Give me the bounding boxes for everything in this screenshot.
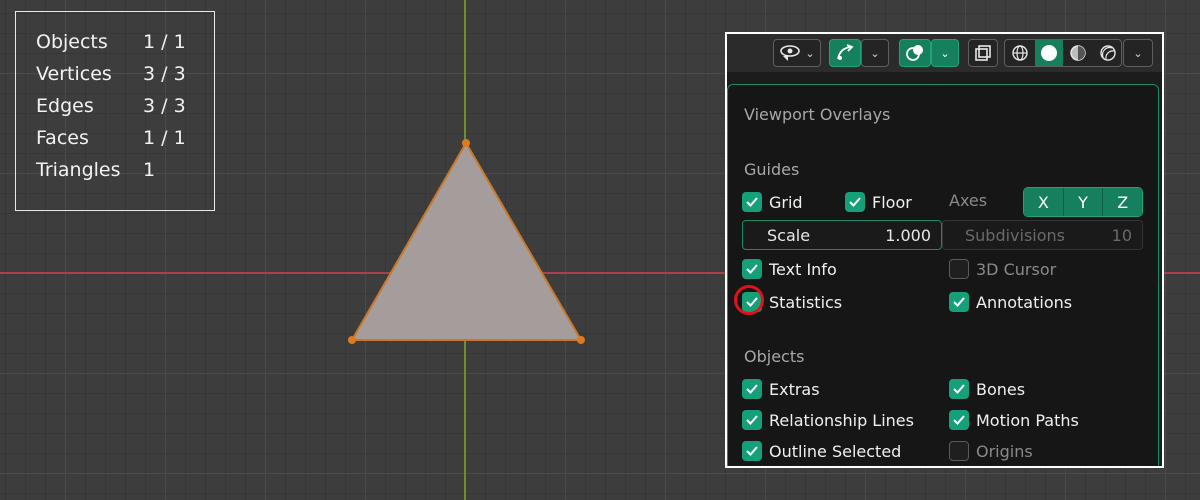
axes-label: Axes (949, 191, 988, 210)
checkbox-label: Origins (976, 441, 1033, 461)
vertex (348, 336, 356, 344)
stat-label: Triangles (36, 159, 121, 181)
field-label: Subdivisions (965, 225, 1066, 245)
grid-scale-field[interactable]: Scale 1.000 (742, 220, 942, 250)
stat-value: 3 / 3 (143, 63, 186, 85)
viewport-overlays-popup: Viewport Overlays Guides Grid Floor Axes… (727, 84, 1159, 466)
stat-label: Objects (36, 31, 108, 53)
checkmark-icon (742, 259, 762, 279)
stat-value: 1 (143, 159, 156, 181)
grid-subdivisions-field[interactable]: Subdivisions 10 (942, 220, 1143, 250)
checkbox-label: Grid (769, 192, 803, 212)
origins-checkbox[interactable]: Origins (949, 440, 1033, 462)
wireframe-shading-icon (1012, 45, 1028, 61)
motion-paths-checkbox[interactable]: Motion Paths (949, 409, 1079, 431)
highlight-circle (734, 285, 764, 315)
chevron-down-icon: ⌄ (940, 46, 950, 60)
3d-cursor-checkbox[interactable]: 3D Cursor (949, 258, 1056, 280)
viewport-header: ⌄ ⌄ ⌄ ⌄ (727, 34, 1162, 72)
stat-label: Edges (36, 95, 94, 117)
checkmark-icon (845, 192, 865, 212)
checkbox-label: Statistics (769, 292, 843, 312)
statistics-panel: Objects 1 / 1 Vertices 3 / 3 Edges 3 / 3… (15, 11, 215, 211)
checkmark-icon (949, 379, 969, 399)
stat-label: Faces (36, 127, 89, 149)
checkbox-label: Annotations (976, 292, 1073, 312)
outline-selected-checkbox[interactable]: Outline Selected (742, 440, 901, 462)
axis-y-toggle[interactable]: Y (1063, 188, 1104, 216)
material-shading-button[interactable] (1063, 40, 1093, 66)
stat-value: 3 / 3 (143, 95, 186, 117)
gizmo-icon (837, 44, 854, 60)
axis-z-toggle[interactable]: Z (1103, 188, 1142, 216)
gizmo-dropdown[interactable]: ⌄ (861, 39, 889, 67)
stat-value: 1 / 1 (143, 31, 186, 53)
material-shading-icon (1070, 45, 1086, 61)
triangle-face (350, 141, 583, 341)
checkmark-icon (742, 441, 762, 461)
wireframe-shading-button[interactable] (1005, 40, 1035, 66)
field-value: 1.000 (885, 225, 931, 245)
stat-label: Vertices (36, 63, 112, 85)
annotations-checkbox[interactable]: Annotations (949, 291, 1072, 313)
chevron-down-icon: ⌄ (870, 46, 880, 60)
relationship-lines-checkbox[interactable]: Relationship Lines (742, 409, 914, 431)
xray-toggle[interactable] (968, 39, 998, 67)
rendered-shading-button[interactable] (1093, 40, 1123, 66)
objects-heading: Objects (744, 347, 805, 366)
checkmark-icon (949, 410, 969, 430)
checkmark-icon (742, 410, 762, 430)
checkbox-label: 3D Cursor (976, 259, 1057, 279)
chevron-down-icon: ⌄ (805, 46, 815, 60)
field-label: Scale (767, 225, 811, 245)
overlays-icon (906, 45, 923, 61)
visibility-dropdown[interactable]: ⌄ (773, 39, 821, 67)
checkbox-label: Outline Selected (769, 441, 902, 461)
gizmo-toggle[interactable] (829, 39, 861, 67)
vertex (577, 336, 585, 344)
empty-checkbox-icon (949, 441, 969, 461)
checkbox-label: Bones (976, 379, 1026, 399)
popup-title: Viewport Overlays (744, 105, 891, 124)
checkmark-icon (742, 379, 762, 399)
floor-checkbox[interactable]: Floor (845, 191, 912, 213)
guides-heading: Guides (744, 160, 800, 179)
shading-dropdown[interactable]: ⌄ (1123, 39, 1153, 67)
overlays-popover-frame: ⌄ ⌄ ⌄ ⌄ Viewport Overlays Guides Grid Fl… (725, 32, 1164, 468)
chevron-down-icon: ⌄ (1133, 46, 1143, 60)
bones-checkbox[interactable]: Bones (949, 378, 1025, 400)
rendered-shading-icon (1100, 45, 1116, 61)
checkmark-icon (742, 192, 762, 212)
checkbox-label: Relationship Lines (769, 410, 914, 430)
checkmark-icon (949, 292, 969, 312)
axes-toggle-group: X Y Z (1023, 187, 1143, 217)
checkbox-label: Motion Paths (976, 410, 1079, 430)
vertex (462, 139, 470, 147)
overlays-toggle[interactable] (899, 39, 931, 67)
xray-icon (975, 45, 991, 61)
empty-checkbox-icon (949, 259, 969, 279)
solid-shading-button[interactable] (1035, 40, 1063, 66)
grid-checkbox[interactable]: Grid (742, 191, 803, 213)
text-info-checkbox[interactable]: Text Info (742, 258, 837, 280)
axis-x-toggle[interactable]: X (1024, 188, 1064, 216)
stat-value: 1 / 1 (143, 127, 186, 149)
checkbox-label: Floor (872, 192, 912, 212)
checkbox-label: Text Info (769, 259, 837, 279)
shading-mode-group (1004, 39, 1122, 67)
extras-checkbox[interactable]: Extras (742, 378, 820, 400)
field-value: 10 (1111, 225, 1132, 245)
visibility-icon (780, 45, 801, 61)
overlays-dropdown[interactable]: ⌄ (931, 39, 959, 67)
solid-shading-icon (1041, 45, 1057, 61)
checkbox-label: Extras (769, 379, 820, 399)
